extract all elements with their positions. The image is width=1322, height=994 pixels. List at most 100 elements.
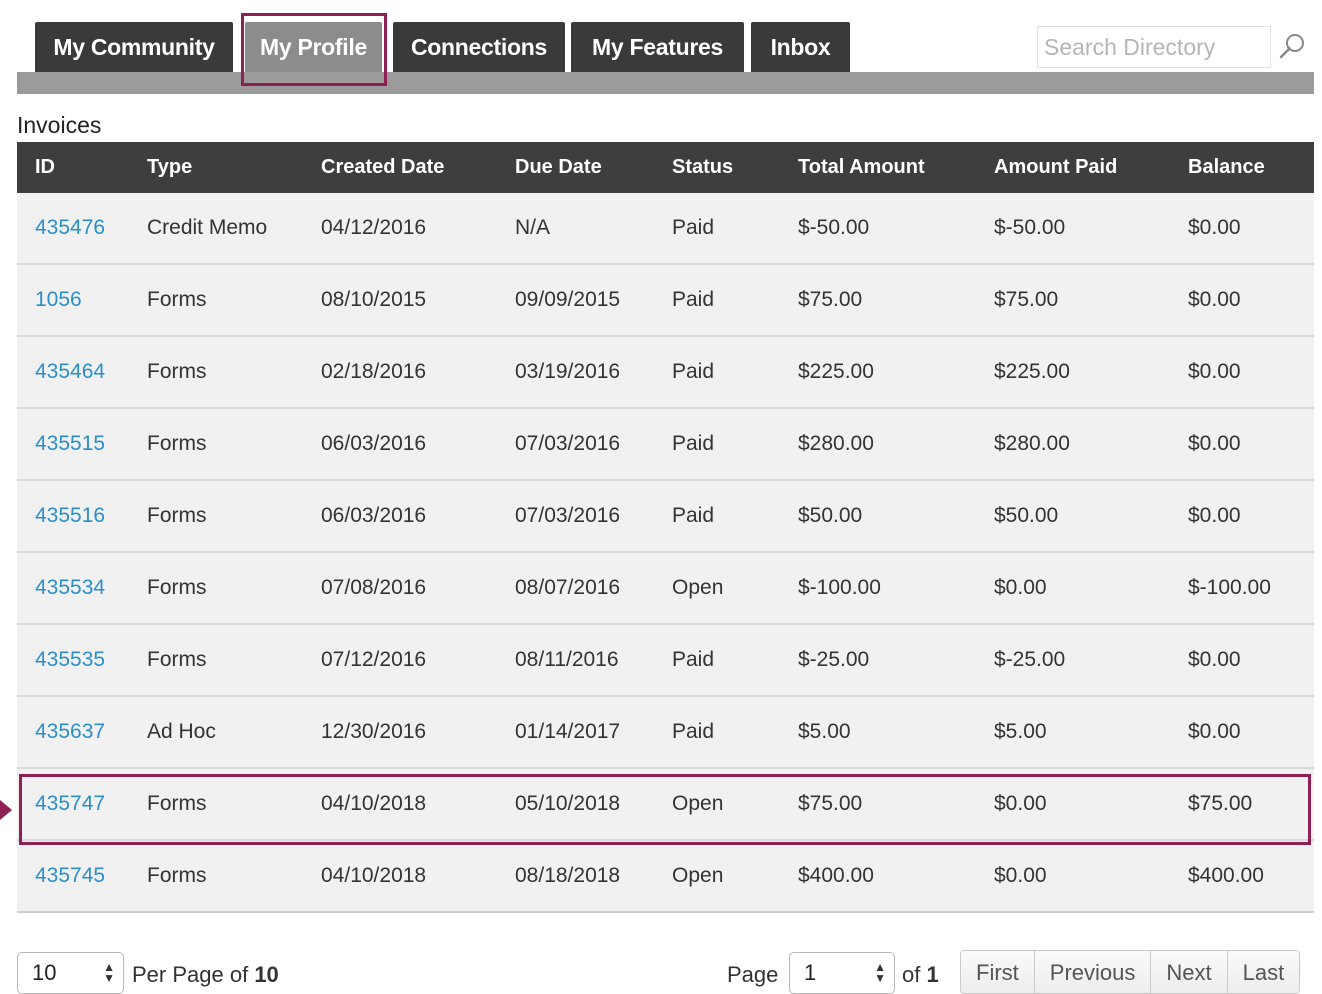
previous-button[interactable]: Previous (1034, 951, 1152, 993)
cell-amount-paid: $50.00 (994, 504, 1059, 527)
cell-created-date: 04/12/2016 (321, 216, 427, 239)
cell-created-date: 07/12/2016 (321, 648, 427, 671)
cell-due-date: 05/10/2018 (515, 792, 621, 815)
cell-total-amount: $-100.00 (798, 576, 881, 599)
page-value: 1 (804, 960, 817, 985)
pagination-buttons: First Previous Next Last (960, 950, 1301, 994)
tab-my-features[interactable]: My Features (571, 22, 744, 72)
column-header-total-amount: Total Amount (798, 156, 925, 178)
cell-balance: $400.00 (1188, 864, 1264, 887)
table-row: 435476 Credit Memo 04/12/2016 N/A Paid $-50.0… (17, 193, 1314, 265)
first-button[interactable]: First (961, 951, 1035, 993)
invoices-title: Invoices (17, 112, 102, 138)
cell-total-amount: $280.00 (798, 432, 874, 455)
cell-type: Forms (147, 648, 207, 671)
cell-balance: $0.00 (1188, 288, 1241, 311)
invoice-id-link[interactable]: 435515 (35, 432, 105, 456)
table-row: 435516 Forms 06/03/2016 07/03/2016 Paid $50.0… (17, 481, 1314, 553)
of-text: of (902, 962, 921, 987)
cell-type: Credit Memo (147, 216, 268, 239)
invoice-id-link[interactable]: 435516 (35, 504, 105, 528)
per-page-select[interactable]: 10 ▲ ▼ (17, 952, 124, 994)
cell-due-date: 09/09/2015 (515, 288, 621, 311)
last-button[interactable]: Last (1227, 951, 1300, 993)
cell-total-amount: $75.00 (798, 288, 863, 311)
cell-type: Ad Hoc (147, 720, 216, 743)
cell-amount-paid: $0.00 (994, 576, 1047, 599)
cell-type: Forms (147, 432, 207, 455)
cell-created-date: 04/10/2018 (321, 864, 427, 887)
cell-status: Paid (672, 504, 715, 527)
page-total: 1 (926, 962, 939, 987)
invoice-id-link[interactable]: 435476 (35, 216, 105, 240)
cell-created-date: 04/10/2018 (321, 792, 427, 815)
page-label: Page (727, 962, 779, 987)
cell-total-amount: $-25.00 (798, 648, 870, 671)
invoice-id-link[interactable]: 435637 (35, 720, 105, 744)
cell-balance: $75.00 (1188, 792, 1253, 815)
per-page-value: 10 (32, 960, 57, 985)
cell-status: Paid (672, 216, 715, 239)
cell-balance: $0.00 (1188, 216, 1241, 239)
column-header-created-date: Created Date (321, 156, 445, 178)
cell-balance: $0.00 (1188, 720, 1241, 743)
invoice-id-link[interactable]: 1056 (35, 288, 82, 312)
column-header-due-date: Due Date (515, 156, 602, 178)
cell-amount-paid: $5.00 (994, 720, 1047, 743)
search-input[interactable] (1038, 27, 1270, 67)
cell-total-amount: $75.00 (798, 792, 863, 815)
cell-created-date: 06/03/2016 (321, 504, 427, 527)
cell-total-amount: $-50.00 (798, 216, 870, 239)
invoice-id-link[interactable]: 435464 (35, 360, 105, 384)
table-row: 435637 Ad Hoc 12/30/2016 01/14/2017 Paid $5.0… (17, 697, 1314, 769)
cell-total-amount: $225.00 (798, 360, 874, 383)
cell-due-date: 07/03/2016 (515, 504, 621, 527)
cell-type: Forms (147, 792, 207, 815)
next-button[interactable]: Next (1151, 951, 1228, 993)
pointer-arrow (0, 800, 12, 820)
invoice-id-link[interactable]: 435747 (35, 792, 105, 816)
cell-created-date: 07/08/2016 (321, 576, 427, 599)
page-select[interactable]: 1 ▲ ▼ (789, 952, 895, 994)
cell-due-date: N/A (515, 216, 551, 239)
cell-created-date: 08/10/2015 (321, 288, 427, 311)
cell-created-date: 12/30/2016 (321, 720, 427, 743)
invoice-id-link[interactable]: 435534 (35, 576, 105, 600)
cell-type: Forms (147, 288, 207, 311)
cell-amount-paid: $-50.00 (994, 216, 1066, 239)
cell-type: Forms (147, 864, 207, 887)
search-icon[interactable] (1277, 31, 1307, 61)
column-header-balance: Balance (1188, 156, 1265, 178)
cell-amount-paid: $225.00 (994, 360, 1070, 383)
cell-balance: $0.00 (1188, 504, 1241, 527)
table-header: ID Type Created Date Due Date Status Tot… (17, 142, 1314, 193)
cell-total-amount: $400.00 (798, 864, 874, 887)
top-navigation: My Community My Profile Connections My F… (0, 0, 1322, 96)
table-row: 435535 Forms 07/12/2016 08/11/2016 Paid $-25.… (17, 625, 1314, 697)
table-row: 435747 Forms 04/10/2018 05/10/2018 Open $75.0… (17, 769, 1314, 841)
cell-status: Paid (672, 720, 715, 743)
tab-connections[interactable]: Connections (393, 22, 565, 72)
cell-status: Paid (672, 648, 715, 671)
cell-balance: $0.00 (1188, 360, 1241, 383)
tab-my-community[interactable]: My Community (35, 22, 233, 72)
cell-due-date: 03/19/2016 (515, 360, 621, 383)
invoice-id-link[interactable]: 435745 (35, 864, 105, 888)
cell-balance: $0.00 (1188, 432, 1241, 455)
tab-my-profile[interactable]: My Profile (245, 22, 382, 72)
cell-status: Open (672, 576, 724, 599)
cell-due-date: 08/07/2016 (515, 576, 621, 599)
table-row: 1056 Forms 08/10/2015 09/09/2015 Paid $75.00 $… (17, 265, 1314, 337)
cell-amount-paid: $0.00 (994, 792, 1047, 815)
cell-created-date: 06/03/2016 (321, 432, 427, 455)
invoice-id-link[interactable]: 435535 (35, 648, 105, 672)
per-page-label: Per Page of 10 (132, 962, 279, 988)
cell-balance: $0.00 (1188, 648, 1241, 671)
cell-due-date: 01/14/2017 (515, 720, 621, 743)
table-row: 435515 Forms 06/03/2016 07/03/2016 Paid $280.… (17, 409, 1314, 481)
updown-icon: ▲ ▼ (103, 960, 115, 985)
cell-amount-paid: $280.00 (994, 432, 1070, 455)
tab-inbox[interactable]: Inbox (751, 22, 850, 72)
cell-created-date: 02/18/2016 (321, 360, 427, 383)
cell-status: Open (672, 864, 724, 887)
